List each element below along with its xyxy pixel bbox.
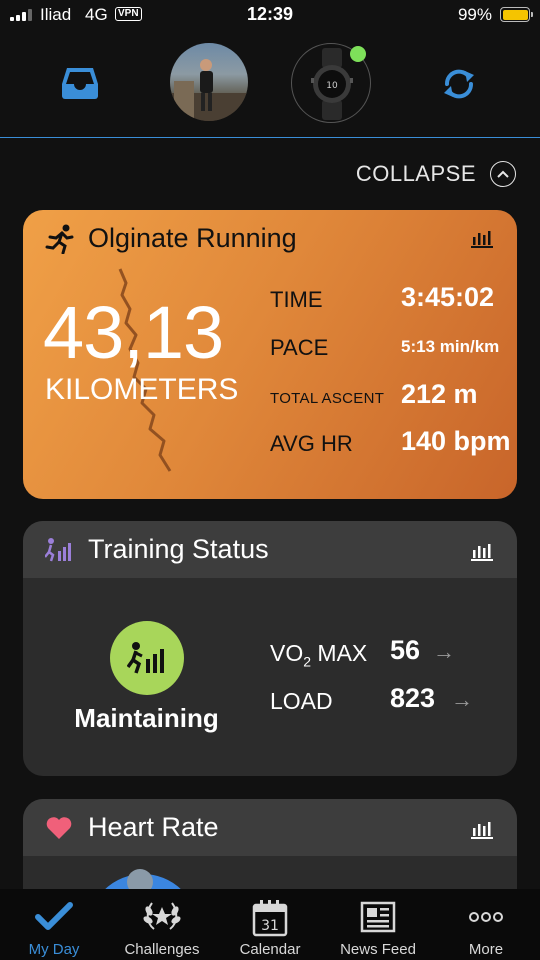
bar-chart-icon[interactable]	[470, 541, 494, 561]
tab-news-feed[interactable]: News Feed	[324, 889, 432, 960]
avatar[interactable]	[170, 43, 248, 121]
load-label: LOAD	[270, 688, 333, 714]
stat-value-ascent: 212 m	[401, 379, 478, 409]
device-connected-indicator	[350, 46, 366, 62]
calendar-day: 31	[261, 918, 279, 934]
tab-label: Challenges	[124, 941, 200, 958]
checkmark-icon	[35, 902, 73, 930]
tab-challenges[interactable]: Challenges	[108, 889, 216, 960]
stat-value-avg-hr: 140 bpm	[401, 426, 511, 456]
battery-icon	[500, 7, 533, 22]
training-status-icon	[45, 538, 71, 562]
stat-value-pace: 5:13 min/km	[401, 337, 500, 356]
training-load-icon	[127, 642, 164, 674]
arrow-right-icon[interactable]: →	[451, 687, 473, 713]
running-icon	[45, 224, 74, 254]
calendar-icon: 31	[252, 900, 288, 937]
tab-more[interactable]: More	[432, 889, 540, 960]
tab-label: More	[468, 941, 504, 958]
tab-my-day[interactable]: My Day	[0, 889, 108, 960]
collapse-button[interactable]: COLLAPSE	[356, 160, 516, 188]
arrow-right-icon[interactable]: →	[433, 639, 455, 665]
chevron-up-icon	[490, 161, 516, 187]
training-status-title: Training Status	[88, 534, 269, 564]
vo2-max-value: 56	[390, 635, 421, 665]
training-status-badge	[110, 621, 184, 695]
heart-rate-header: Heart Rate	[23, 799, 517, 856]
svg-text:10: 10	[326, 81, 338, 91]
status-bar: Iliad 4G VPN 12:39 99%	[0, 0, 540, 30]
stat-value-time: 3:45:02	[401, 282, 495, 312]
bar-chart-icon[interactable]	[470, 819, 494, 839]
stat-label-ascent: TOTAL ASCENT	[270, 390, 385, 407]
more-icon	[469, 912, 503, 922]
load-value: 823	[390, 683, 436, 713]
heart-icon	[46, 817, 72, 839]
vo2-max-label: VO2 MAX	[270, 640, 368, 670]
battery-percent: 99%	[457, 5, 492, 24]
bar-chart-icon[interactable]	[470, 228, 494, 248]
activity-card-running[interactable]: Olginate Running 43,13 KILOMETERS TIME 3…	[23, 210, 517, 499]
stat-label-pace: PACE	[270, 335, 329, 360]
heart-rate-title: Heart Rate	[88, 812, 219, 842]
sync-icon[interactable]	[439, 64, 479, 104]
training-status-value: Maintaining	[74, 703, 219, 733]
tab-label: News Feed	[340, 941, 416, 958]
inbox-icon[interactable]	[60, 66, 100, 100]
stat-label-avg-hr: AVG HR	[270, 431, 353, 456]
training-status-card[interactable]: Training Status Maintaining VO2 MAX 56 →…	[23, 521, 517, 776]
collapse-label: COLLAPSE	[355, 161, 476, 186]
newspaper-icon	[360, 901, 396, 933]
tab-label: Calendar	[239, 941, 301, 958]
top-bar: 10	[0, 30, 540, 138]
activity-title: Olginate Running	[88, 223, 297, 253]
distance-value: 43,13	[43, 291, 224, 374]
bottom-tab-bar: My Day Challenges 31 Calendar News Feed …	[0, 889, 540, 960]
distance-unit: KILOMETERS	[45, 373, 239, 406]
stat-label-time: TIME	[270, 287, 323, 312]
tab-calendar[interactable]: 31 Calendar	[216, 889, 324, 960]
laurel-icon	[143, 902, 181, 930]
training-status-header: Training Status	[23, 521, 517, 578]
tab-label: My Day	[28, 941, 80, 958]
